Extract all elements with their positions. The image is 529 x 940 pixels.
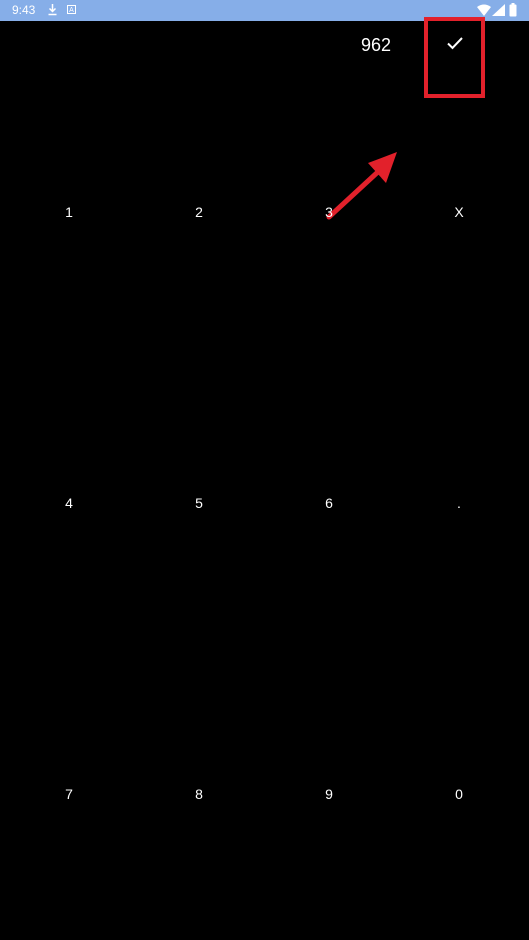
key-4[interactable]: 4: [3, 453, 135, 553]
key-6[interactable]: 6: [263, 453, 395, 553]
wifi-icon: [477, 4, 491, 19]
key-5[interactable]: 5: [133, 453, 265, 553]
amount-display: 962: [360, 35, 392, 55]
key-9[interactable]: 9: [263, 744, 395, 844]
key-dot[interactable]: .: [393, 453, 525, 553]
key-8[interactable]: 8: [133, 744, 265, 844]
key-0[interactable]: 0: [393, 744, 525, 844]
key-2[interactable]: 2: [133, 162, 265, 262]
top-bar: 962: [0, 21, 529, 81]
download-icon: [47, 3, 58, 19]
a-badge-icon: A: [67, 5, 76, 14]
status-time: 9:43: [12, 3, 36, 17]
confirm-button[interactable]: [428, 21, 482, 69]
checkmark-icon: [446, 36, 464, 55]
status-bar: 9:43 A: [0, 0, 529, 21]
key-7[interactable]: 7: [3, 744, 135, 844]
key-3[interactable]: 3: [263, 162, 395, 262]
key-x[interactable]: X: [393, 162, 525, 262]
signal-icon: [492, 4, 505, 19]
keypad: 123X 456. 7890: [0, 81, 529, 940]
battery-icon: [509, 3, 517, 20]
key-1[interactable]: 1: [3, 162, 135, 262]
